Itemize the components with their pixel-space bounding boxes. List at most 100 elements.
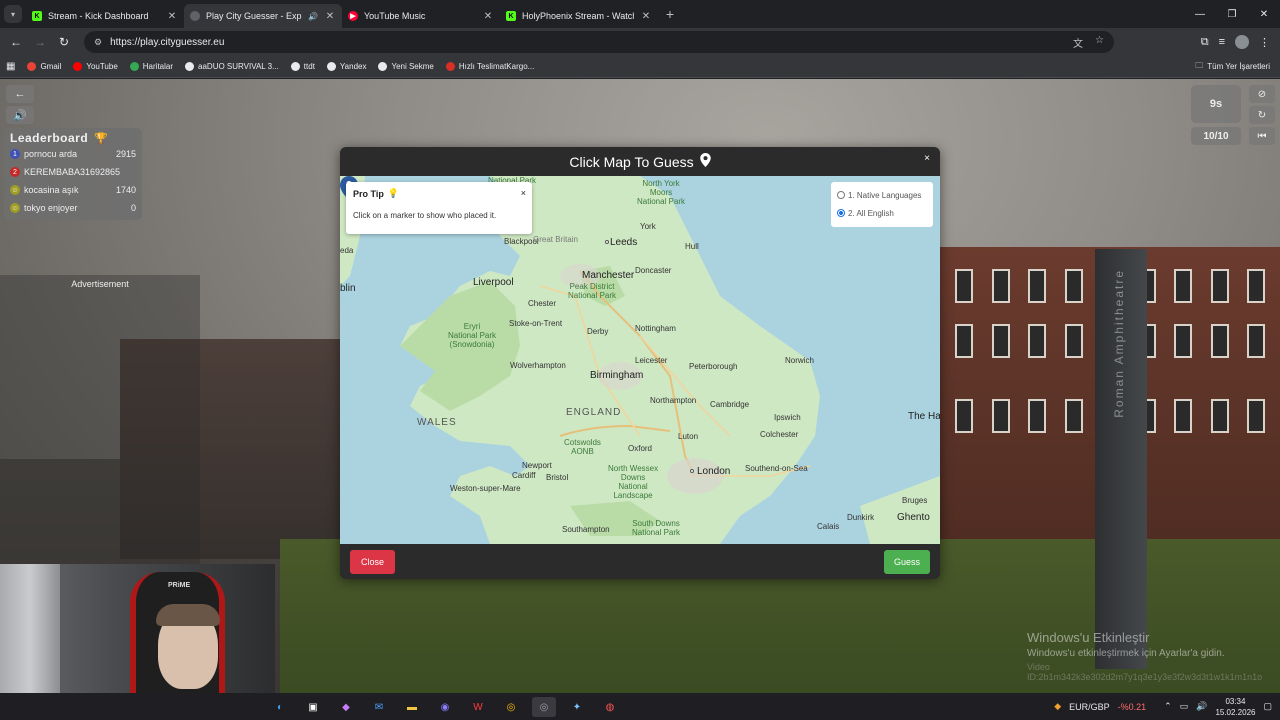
chrome-active-icon[interactable]: ◎ (532, 697, 556, 717)
chrome-icon[interactable]: ◎ (499, 697, 523, 717)
map-label: Ghento (897, 512, 930, 523)
leaderboard-row[interactable]: ☺ tokyo enjoyer 0 (10, 199, 136, 217)
back-arrow-button[interactable]: ← (6, 85, 34, 103)
leaderboard-row[interactable]: 2 KEREMBABA31692865 (10, 163, 136, 181)
back-icon[interactable]: ← (4, 30, 28, 54)
bookmark-ttdt[interactable]: ttdt (290, 62, 315, 71)
map-label: Wolverhampton (510, 361, 566, 370)
map-label: WALES (417, 417, 457, 428)
discord-icon[interactable]: ◉ (433, 697, 457, 717)
language-option-english[interactable]: 2. All English (837, 204, 927, 222)
tab-holyphoenix[interactable]: K HolyPhoenix Stream - Watch Li ✕ (500, 4, 658, 28)
notification-icon[interactable]: ▢ (1263, 701, 1272, 712)
close-tab-icon[interactable]: ✕ (166, 11, 178, 22)
mail-icon[interactable]: ✉ (367, 697, 391, 717)
map-label: Cambridge (710, 400, 750, 409)
bookmark-aaduo[interactable]: aaDUO SURVIVAL 3... (185, 62, 279, 71)
map-label: Birmingham (590, 370, 644, 381)
minimize-icon[interactable]: — (1184, 0, 1216, 28)
bookmark-gmail[interactable]: Gmail (27, 62, 61, 71)
bookmark-new-tab[interactable]: Yeni Sekme (378, 62, 434, 71)
map-label: Liverpool (473, 277, 514, 288)
all-bookmarks[interactable]: 🗀 Tüm Yer İşaretleri (1195, 60, 1270, 74)
city-marker (605, 240, 609, 244)
steam-icon[interactable]: ✦ (565, 697, 589, 717)
tab-title: Stream - Kick Dashboard (48, 11, 149, 21)
map-label: Bristol (546, 473, 569, 482)
radio-english[interactable] (837, 209, 845, 217)
media-control-icon[interactable]: ≡ (1219, 36, 1225, 48)
refresh-icon: ↻ (1257, 109, 1267, 121)
pro-tip-close-icon[interactable]: × (521, 188, 526, 198)
currency-icon: ◆ (1054, 701, 1062, 711)
map-label: North Wessex Downs National Landscape (608, 464, 659, 500)
volume-icon[interactable]: 🔊 (1196, 701, 1207, 712)
new-tab-button[interactable]: + (658, 6, 682, 22)
all-bookmarks-label: Tüm Yer İşaretleri (1207, 62, 1270, 71)
restore-icon[interactable]: ❐ (1216, 0, 1248, 28)
map-label: Dunkirk (847, 513, 875, 522)
taskbar-clock[interactable]: 03:34 15.02.2026 (1215, 696, 1255, 718)
skip-back-button[interactable]: ⏮ (1249, 127, 1275, 145)
leaderboard-row[interactable]: 1 pornocu arda 2915 (10, 145, 136, 163)
speaker-icon[interactable]: 🔊 (308, 12, 318, 21)
close-button[interactable]: Close (350, 550, 395, 574)
leaderboard-row[interactable]: ☺ kocasina aşık 1740 (10, 181, 136, 199)
ms365-icon[interactable]: ◆ (334, 697, 358, 717)
trophy-icon: 🏆 (94, 132, 109, 145)
map-label: Peak District National Park (568, 282, 617, 300)
tab-title: Play City Guesser - Explore (206, 11, 302, 21)
tray-overflow-icon[interactable]: ⌃ (1164, 701, 1172, 712)
site-info-icon[interactable]: ⚙ (94, 37, 102, 48)
extensions-icon[interactable]: ⧉ (1201, 36, 1209, 49)
sound-button[interactable]: 🔊 (6, 106, 34, 124)
reload-icon[interactable]: ↻ (52, 30, 76, 54)
profile-avatar[interactable] (1235, 35, 1249, 49)
file-explorer-icon[interactable]: ▬ (400, 697, 424, 717)
bookmark-label: Gmail (40, 62, 62, 71)
bookmark-yandex[interactable]: Yandex (326, 62, 366, 71)
close-window-icon[interactable]: ✕ (1248, 0, 1280, 28)
language-selector: 1. Native Languages 2. All English (831, 182, 933, 227)
tab-youtube-music[interactable]: ▶ YouTube Music ✕ (342, 4, 500, 28)
bookmark-star-icon[interactable]: ☆ (1095, 35, 1104, 50)
app-icon[interactable]: W (466, 697, 490, 717)
language-option-label: 1. Native Languages (848, 190, 922, 200)
tab-cityguesser[interactable]: Play City Guesser - Explore 🔊 ✕ (184, 4, 342, 28)
bookmark-kargo[interactable]: Hızlı TeslimatKargo... (445, 62, 535, 71)
advertisement-slot: Advertisement (0, 275, 200, 565)
bookmark-label: Hızlı TeslimatKargo... (458, 62, 535, 71)
obs-icon[interactable]: ◍ (598, 697, 622, 717)
close-tab-icon[interactable]: ✕ (324, 11, 336, 22)
map-label: Luton (678, 432, 699, 441)
radio-native[interactable] (837, 191, 845, 199)
close-tab-icon[interactable]: ✕ (640, 11, 652, 22)
edge-icon[interactable]: ◐ (268, 697, 292, 717)
menu-icon[interactable]: ⋮ (1259, 36, 1270, 49)
bookmark-youtube[interactable]: YouTube (73, 62, 118, 71)
globe-icon (190, 11, 200, 21)
store-icon[interactable]: ▣ (301, 697, 325, 717)
rank-badge: ☺ (10, 203, 20, 213)
map-label: Eryri National Park (Snowdonia) (448, 322, 497, 349)
address-bar[interactable]: ⚙ https://play.cityguesser.eu 文 ☆ (84, 31, 1114, 53)
gmail-icon (27, 62, 37, 71)
guess-map[interactable]: National Park North York Moors National … (340, 176, 940, 544)
tab-kick-dashboard[interactable]: K Stream - Kick Dashboard ✕ (26, 4, 184, 28)
apps-grid-icon[interactable]: ▦ (6, 61, 15, 72)
player-name: pornocu arda (24, 149, 78, 159)
forward-icon[interactable]: → (28, 30, 52, 54)
language-option-native[interactable]: 1. Native Languages (837, 186, 927, 204)
tab-search-button[interactable]: ▾ (0, 0, 26, 28)
compass-button[interactable]: ⊘ (1249, 85, 1275, 103)
map-label: Southampton (562, 525, 610, 534)
cargo-icon (445, 62, 455, 71)
pro-tip-title: Pro Tip 💡 (353, 188, 525, 199)
modal-close-icon[interactable]: × (924, 153, 930, 164)
translate-icon[interactable]: 文 (1073, 35, 1083, 50)
bookmark-maps[interactable]: Haritalar (129, 62, 173, 71)
reset-button[interactable]: ↻ (1249, 106, 1275, 124)
network-icon[interactable]: ▭ (1180, 701, 1189, 712)
close-tab-icon[interactable]: ✕ (482, 11, 494, 22)
guess-button[interactable]: Guess (884, 550, 930, 574)
